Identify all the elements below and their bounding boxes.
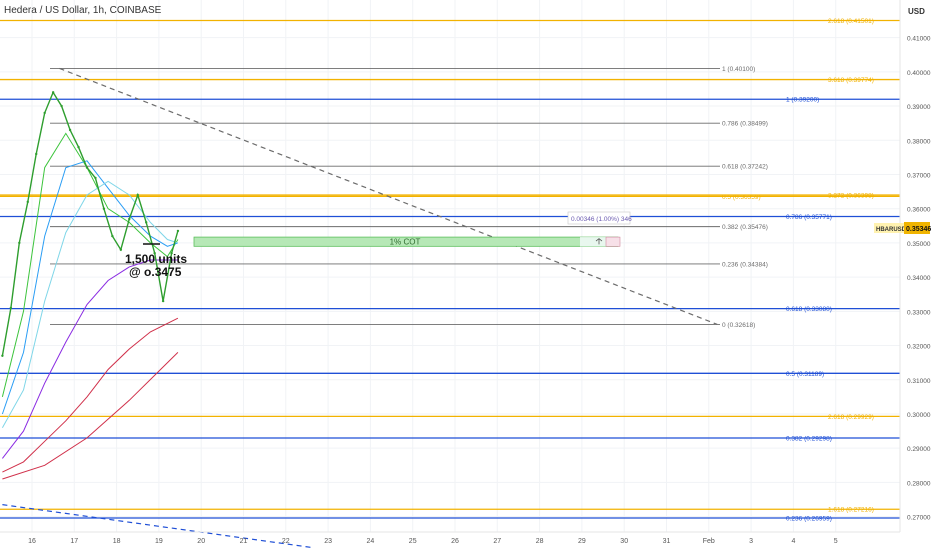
hbar-chart[interactable]: 2.618 (0.41501) 1 (0.40100) 3.618 (0.39774… (0, 0, 932, 550)
x-tick-label: 23 (324, 538, 332, 545)
x-tick-label: 20 (197, 538, 205, 545)
price-point (18, 241, 21, 245)
y-tick-label: 0.32000 (907, 344, 931, 351)
x-tick-label: 30 (620, 538, 628, 545)
fib-level-label: 1 (0.40100) (722, 66, 755, 73)
y-tick-label: 0.28000 (907, 480, 931, 487)
y-tick-label: 0.31000 (907, 378, 931, 385)
y-tick-label: 0.34000 (907, 275, 931, 282)
x-tick-label: Feb (703, 538, 715, 545)
currency-label: USD (908, 7, 925, 16)
fib-level-label: 0.382 (0.35476) (722, 224, 768, 231)
measure-label: 0.00346 (1.00%) 346 (571, 216, 632, 223)
price-point (176, 229, 180, 233)
fib-level-label: 3.272 (0.36398) (828, 193, 874, 200)
fib-level-label: 0.618 (0.37242) (722, 164, 768, 171)
x-tick-label: 3 (749, 538, 753, 545)
fib-level-label: 0.618 (0.33080) (786, 306, 832, 313)
fib-level-label: 0.786 (0.35771) (786, 214, 832, 221)
x-tick-label: 5 (834, 538, 838, 545)
price-ticks: 0.41000 0.40000 0.39000 0.38000 0.37000 0.360… (907, 36, 931, 522)
fib-level-label: 0 (0.32618) (722, 322, 755, 329)
y-tick-label: 0.33000 (907, 309, 931, 316)
x-tick-label: 27 (493, 538, 501, 545)
price-point (94, 176, 97, 180)
x-tick-label: 21 (240, 538, 248, 545)
fib-level-label: 0.786 (0.38499) (722, 121, 768, 128)
x-tick-label: 19 (155, 538, 163, 545)
x-tick-label: 16 (28, 538, 36, 545)
cot-zone-marker (605, 236, 621, 247)
fib-level-label: 1.618 (0.27216) (828, 507, 874, 514)
y-tick-label: 0.27000 (907, 515, 931, 522)
price-point (60, 104, 63, 108)
fib-level-label: 0.382 (0.29298) (786, 435, 832, 442)
x-tick-label: 28 (536, 538, 544, 545)
x-tick-label: 4 (791, 538, 795, 545)
position-units-label: 1,500 units (125, 252, 187, 266)
cot-zone-group: 1% COT (193, 236, 621, 247)
y-tick-label: 0.37000 (907, 172, 931, 179)
y-tick-label: 0.39000 (907, 104, 931, 111)
price-tag-value: 0.35346 (906, 226, 931, 233)
x-tick-label: 31 (663, 538, 671, 545)
x-tick-label: 18 (113, 538, 121, 545)
price-point (51, 91, 55, 94)
x-tick-label: 25 (409, 538, 417, 545)
price-point (1, 354, 4, 358)
x-tick-label: 22 (282, 538, 290, 545)
price-point (111, 234, 114, 238)
symbol-price-tag: HBARUSD 0.35346 (874, 222, 931, 234)
price-point (119, 248, 123, 251)
fib-level-label: 3.618 (0.39774) (828, 77, 874, 84)
x-tick-label: 24 (367, 538, 375, 545)
fib-level-label: 0.236 (0.26959) (786, 516, 832, 523)
fib-level-label: 0.5 (0.31189) (786, 371, 824, 378)
price-point (161, 299, 165, 303)
y-tick-label: 0.35000 (907, 241, 931, 248)
fib-level-label: 2.618 (0.41501) (828, 18, 874, 25)
y-tick-label: 0.30000 (907, 412, 931, 419)
x-tick-label: 29 (578, 538, 586, 545)
chart-title: Hedera / US Dollar, 1h, COINBASE (4, 5, 162, 16)
price-point (43, 111, 46, 115)
x-tick-label: 17 (70, 538, 78, 545)
y-tick-label: 0.40000 (907, 70, 931, 77)
price-point (9, 306, 13, 310)
price-point (128, 217, 131, 221)
price-point (145, 221, 148, 224)
price-point (77, 145, 80, 149)
position-price-label: @ o.3475 (129, 265, 182, 279)
y-tick-label: 0.41000 (907, 36, 931, 43)
price-point (136, 193, 139, 197)
price-point (35, 152, 38, 156)
symbol-tag-label: HBARUSD (876, 227, 907, 233)
cot-zone-label: 1% COT (390, 238, 421, 247)
price-point (68, 128, 72, 132)
price-point (102, 207, 106, 210)
x-tick-label: 26 (451, 538, 459, 545)
y-tick-label: 0.36000 (907, 207, 931, 214)
fib-level-label: 2.618 (0.29929) (828, 414, 874, 421)
price-point (26, 200, 29, 204)
y-tick-label: 0.38000 (907, 138, 931, 145)
fib-level-label: 0.236 (0.34384) (722, 261, 768, 268)
price-point (85, 166, 89, 169)
fib-level-label: 1 (0.39200) (786, 97, 819, 104)
y-tick-label: 0.29000 (907, 446, 931, 453)
measure-tool: 0.00346 (1.00%) 346 (567, 211, 632, 225)
